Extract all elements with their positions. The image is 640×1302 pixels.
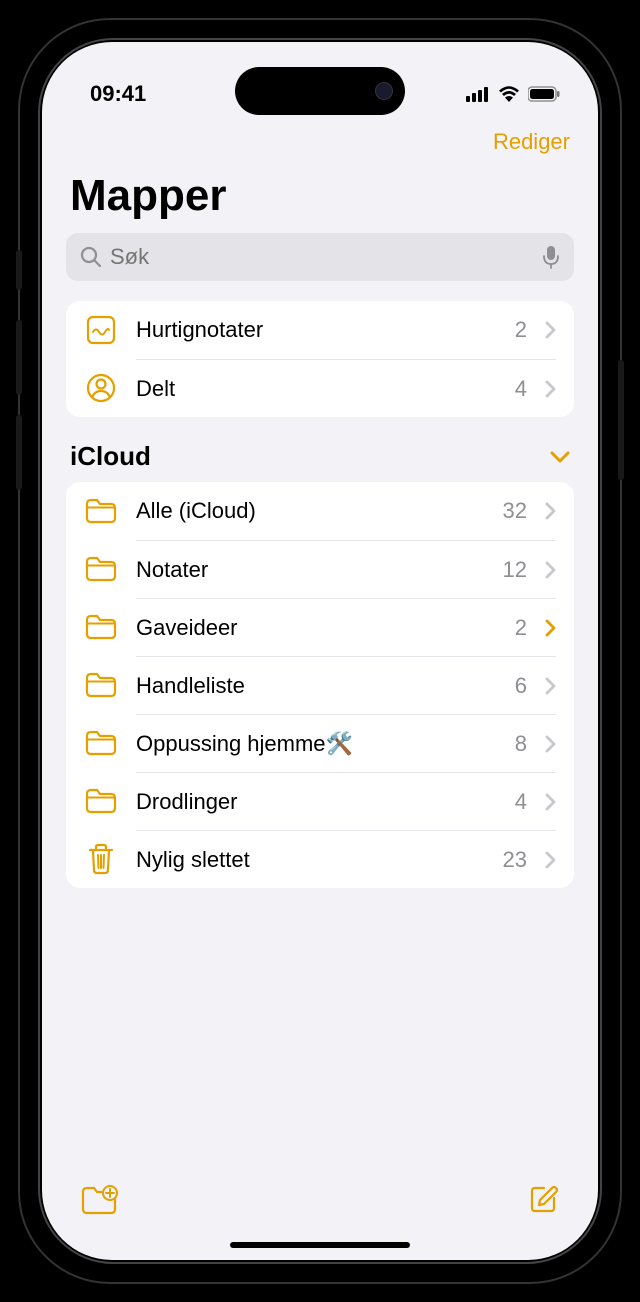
item-count: 4 <box>515 789 527 815</box>
item-label: Nylig slettet <box>136 847 485 873</box>
compose-button[interactable] <box>526 1183 560 1217</box>
chevron-right-icon <box>545 619 556 637</box>
item-label: Hurtignotater <box>136 317 497 343</box>
chevron-right-icon <box>545 380 556 398</box>
chevron-right-icon <box>545 793 556 811</box>
item-label: Handleliste <box>136 673 497 699</box>
chevron-right-icon <box>545 561 556 579</box>
folder-icon <box>84 610 118 644</box>
new-folder-button[interactable] <box>80 1184 118 1216</box>
wifi-icon <box>498 86 520 102</box>
folder-icon <box>84 552 118 586</box>
item-count: 2 <box>515 317 527 343</box>
chevron-down-icon <box>550 451 570 463</box>
list-item[interactable]: Gaveideer 2 <box>66 598 574 656</box>
volume-down-button <box>16 415 22 490</box>
item-count: 2 <box>515 615 527 641</box>
battery-icon <box>528 86 560 102</box>
item-label: Gaveideer <box>136 615 497 641</box>
item-label: Drodlinger <box>136 789 497 815</box>
search-input[interactable] <box>110 244 534 270</box>
edit-button[interactable]: Rediger <box>493 129 570 155</box>
nav-bar: Rediger <box>42 117 598 163</box>
list-item[interactable]: Hurtignotater 2 <box>66 301 574 359</box>
item-count: 6 <box>515 673 527 699</box>
top-list-group: Hurtignotater 2 Delt 4 <box>66 301 574 417</box>
folder-icon <box>84 668 118 702</box>
folder-icon <box>84 726 118 760</box>
item-count: 8 <box>515 731 527 757</box>
folder-icon <box>84 494 118 528</box>
list-item[interactable]: Drodlinger 4 <box>66 772 574 830</box>
section-header-icloud[interactable]: iCloud <box>42 417 598 482</box>
list-item[interactable]: Oppussing hjemme🛠️ 8 <box>66 714 574 772</box>
chevron-right-icon <box>545 677 556 695</box>
item-label: Delt <box>136 376 497 402</box>
item-count: 12 <box>503 557 527 583</box>
home-indicator[interactable] <box>230 1242 410 1248</box>
chevron-right-icon <box>545 502 556 520</box>
shared-icon <box>84 371 118 405</box>
dynamic-island <box>235 67 405 115</box>
item-count: 23 <box>503 847 527 873</box>
silent-switch <box>16 250 22 290</box>
icloud-list-group: Alle (iCloud) 32 Notater 12 Gaveideer 2 Handle… <box>66 482 574 888</box>
trash-icon <box>84 842 118 876</box>
mic-icon[interactable] <box>542 245 560 269</box>
list-item[interactable]: Alle (iCloud) 32 <box>66 482 574 540</box>
section-title: iCloud <box>70 441 151 472</box>
quicknote-icon <box>84 313 118 347</box>
list-item[interactable]: Handleliste 6 <box>66 656 574 714</box>
item-count: 32 <box>503 498 527 524</box>
list-item[interactable]: Nylig slettet 23 <box>66 830 574 888</box>
search-bar[interactable] <box>66 233 574 281</box>
item-label: Notater <box>136 557 485 583</box>
search-icon <box>80 246 102 268</box>
cellular-icon <box>466 86 490 102</box>
power-button <box>618 360 624 480</box>
screen: 09:41 Rediger Mapper <box>42 42 598 1260</box>
status-icons <box>466 86 560 102</box>
status-time: 09:41 <box>90 81 146 107</box>
folder-icon <box>84 784 118 818</box>
chevron-right-icon <box>545 735 556 753</box>
chevron-right-icon <box>545 851 556 869</box>
item-label: Alle (iCloud) <box>136 498 485 524</box>
item-count: 4 <box>515 376 527 402</box>
list-item[interactable]: Delt 4 <box>66 359 574 417</box>
item-label: Oppussing hjemme🛠️ <box>136 731 497 757</box>
chevron-right-icon <box>545 321 556 339</box>
phone-frame: 09:41 Rediger Mapper <box>20 20 620 1282</box>
page-title: Mapper <box>42 163 598 233</box>
front-camera <box>375 82 393 100</box>
volume-up-button <box>16 320 22 395</box>
list-item[interactable]: Notater 12 <box>66 540 574 598</box>
